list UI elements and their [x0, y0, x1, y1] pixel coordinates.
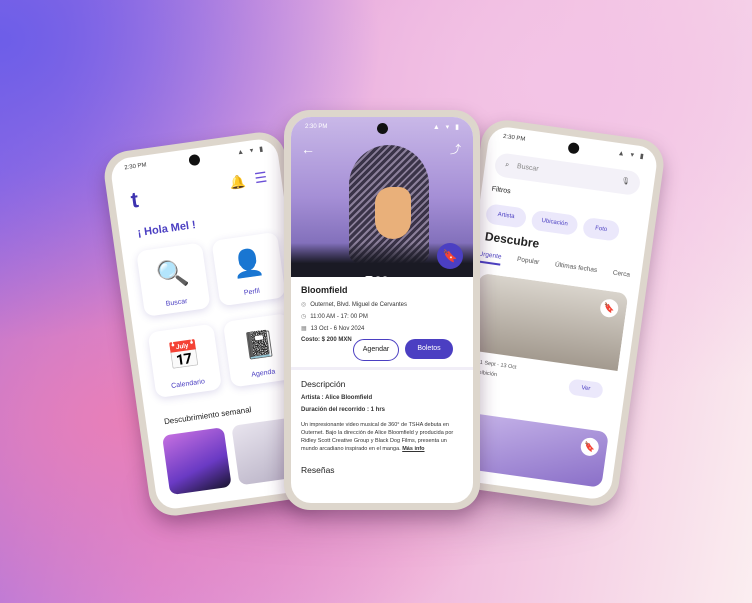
- tab-urgente[interactable]: Urgente: [477, 250, 502, 266]
- duration-text: Duración del recorrido : 1 hrs: [301, 407, 386, 413]
- magnifier-icon: 🔍: [154, 256, 191, 291]
- camera-cutout: [567, 141, 580, 155]
- microphone-icon[interactable]: 🎙: [619, 170, 631, 195]
- description-body: Un impresionante video musical de 360° d…: [301, 421, 461, 453]
- tile-label: Perfil: [243, 287, 261, 297]
- clock-icon: ◷: [301, 314, 307, 320]
- date-text: 13 Oct - 6 Nov 2024: [310, 326, 365, 332]
- greeting: ¡ Hola Mel !: [136, 219, 197, 240]
- section-title: Descubrimiento semanal: [163, 405, 252, 427]
- camera-cutout: [377, 123, 388, 134]
- status-icons: ▲ ▾ ▮: [236, 145, 266, 157]
- location-pin-icon: ◎: [301, 302, 307, 308]
- back-arrow-icon[interactable]: ←: [301, 141, 315, 157]
- app-logo: t: [129, 186, 140, 213]
- carousel-dots: [365, 267, 390, 285]
- time-row: ◷ 11:00 AM - 17: 00 PM: [301, 313, 368, 320]
- tile-buscar[interactable]: 🔍 Buscar: [136, 242, 211, 317]
- date-row: ▦ 13 Oct - 6 Nov 2024: [301, 325, 364, 332]
- tile-calendario[interactable]: 📅 Calendario: [147, 323, 223, 399]
- status-time: 2:30 PM: [502, 133, 526, 143]
- bookmark-icon[interactable]: 🔖: [579, 436, 600, 458]
- location-text: Outernet, Blvd. Miguel de Cervantes: [310, 302, 407, 308]
- tab-ultimas[interactable]: Últimas fechas: [554, 261, 597, 274]
- artwork-face: [375, 187, 411, 239]
- boletos-button[interactable]: Boletos: [405, 339, 453, 359]
- bookmark-icon[interactable]: 🔖: [599, 298, 620, 319]
- location-row: ◎ Outernet, Blvd. Miguel de Cervantes: [301, 301, 407, 308]
- reviews-heading: Reseñas: [301, 465, 335, 475]
- agendar-button[interactable]: Agendar: [353, 339, 399, 361]
- status-time: 2:30 PM: [124, 162, 147, 172]
- tile-label: Buscar: [165, 297, 188, 308]
- discover-heading: Descubre: [484, 229, 541, 251]
- status-icons: ▲ ▾ ▮: [432, 124, 461, 131]
- chip-ubicacion[interactable]: Ubicación: [530, 209, 579, 236]
- time-text: 11:00 AM - 17: 00 PM: [310, 314, 368, 320]
- tile-perfil[interactable]: 👤 Perfil: [211, 231, 286, 307]
- divider: [291, 367, 473, 370]
- hamburger-menu-icon[interactable]: ☰: [253, 169, 268, 188]
- book-icon: 📓: [241, 327, 278, 362]
- description-text: Un impresionante video musical de 360° d…: [301, 422, 454, 452]
- status-icons: ▲ ▾ ▮: [617, 149, 647, 161]
- tab-popular[interactable]: Popular: [517, 256, 540, 266]
- cost-text: Costo: $ 200 MXN: [301, 337, 352, 343]
- weekly-thumb[interactable]: [162, 427, 232, 496]
- event-detail-screen: 2:30 PM ▲ ▾ ▮ ← ⤴ 🔖 Bloomfield ◎ Outernet…: [291, 117, 473, 503]
- event-card[interactable]: 🔖 - 01 Sept - 13 Oct Exhibición Ver: [461, 272, 629, 423]
- chip-foto[interactable]: Foto: [581, 216, 621, 242]
- tile-label: Calendario: [170, 378, 206, 390]
- profile-icon: 👤: [229, 246, 266, 281]
- calendar-icon: ▦: [301, 326, 307, 332]
- chip-artista[interactable]: Artista: [484, 203, 528, 229]
- filters-label: Filtros: [491, 185, 512, 196]
- search-placeholder: Buscar: [516, 163, 540, 173]
- search-icon: ⌕: [504, 161, 510, 169]
- search-bar[interactable]: ⌕ Buscar 🎙: [493, 152, 642, 197]
- tab-cerca[interactable]: Cerca: [612, 269, 630, 278]
- calendar-icon: 📅: [165, 337, 203, 373]
- bookmark-icon[interactable]: 🔖: [437, 243, 463, 269]
- gallery-image: 🔖: [469, 272, 629, 371]
- description-heading: Descripción: [301, 379, 346, 389]
- notification-bell-icon[interactable]: 🔔: [228, 174, 246, 192]
- event-title: Bloomfield: [301, 285, 348, 295]
- artist-text: Artista : Alice Bloomfield: [301, 395, 373, 401]
- camera-cutout: [188, 153, 201, 167]
- view-button[interactable]: Ver: [567, 378, 604, 400]
- more-info-link[interactable]: Más info: [402, 446, 424, 452]
- status-time: 2:30 PM: [305, 124, 328, 130]
- share-icon[interactable]: ⤴: [450, 141, 461, 157]
- phone-event-detail: 2:30 PM ▲ ▾ ▮ ← ⤴ 🔖 Bloomfield ◎ Outernet…: [284, 110, 480, 510]
